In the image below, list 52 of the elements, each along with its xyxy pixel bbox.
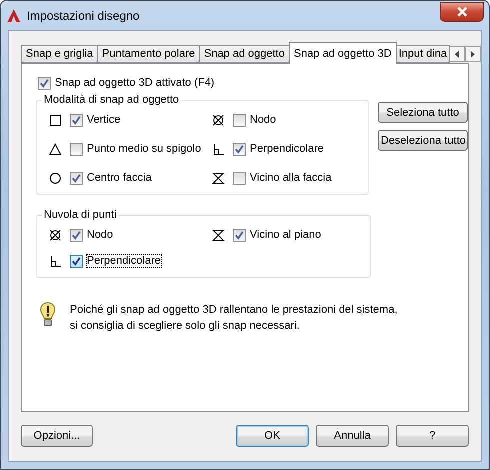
tab[interactable]: Snap ad oggetto: [199, 45, 290, 63]
checkbox[interactable]: [70, 142, 83, 156]
circle-marker-icon: [49, 172, 62, 184]
hourglass-marker-icon: [212, 228, 225, 242]
checkbox-label[interactable]: Nodo: [250, 114, 276, 126]
perpendicular-marker-icon: [49, 254, 62, 268]
perpendicular-marker-icon: [212, 142, 225, 156]
tab[interactable]: Puntamento polare: [97, 45, 200, 63]
dialog-button[interactable]: ?: [396, 425, 469, 447]
checkbox[interactable]: [38, 76, 51, 90]
info-text: Poiché gli snap ad oggetto 3D rallentano le prestazioni del sistema, si consiglia di scegliere solo gli snap necessari.: [70, 303, 398, 334]
checkbox[interactable]: [70, 114, 83, 126]
checkbox[interactable]: [70, 254, 83, 268]
checkbox-label[interactable]: Perpendicolare: [87, 255, 161, 267]
select-button[interactable]: Deseleziona tutto: [378, 130, 468, 151]
dialog-button[interactable]: Opzioni...: [21, 425, 93, 447]
checkbox[interactable]: [233, 228, 246, 242]
left-arrow-icon: [455, 50, 460, 58]
checkbox[interactable]: [233, 114, 246, 126]
group-title: Nuvola di punti: [43, 209, 118, 221]
tab-scroll-left-button[interactable]: [449, 46, 466, 62]
dialog-button[interactable]: Annulla: [316, 425, 389, 447]
close-button[interactable]: [440, 2, 484, 22]
checkbox[interactable]: [233, 172, 246, 184]
node-marker-icon: [49, 228, 62, 242]
tab[interactable]: Snap ad oggetto 3D: [288, 42, 397, 64]
app-logo-icon: [7, 8, 21, 22]
tab-scroll-right-button[interactable]: [465, 46, 482, 62]
checkbox-label[interactable]: Nodo: [87, 229, 114, 241]
checkbox-label[interactable]: Perpendicolare: [250, 143, 324, 155]
checkbox-label[interactable]: Vicino al piano: [250, 229, 322, 241]
hourglass-marker-icon: [212, 172, 225, 184]
close-icon: [456, 6, 468, 16]
square-marker-icon: [49, 114, 62, 126]
checkbox[interactable]: [70, 228, 83, 242]
checkbox[interactable]: [233, 142, 246, 156]
checkbox-label[interactable]: Punto medio su spigolo: [87, 143, 202, 155]
node-marker-icon: [212, 114, 225, 126]
checkbox-label[interactable]: Centro faccia: [87, 172, 152, 184]
right-arrow-icon: [471, 50, 476, 58]
tab[interactable]: Snap e griglia: [21, 45, 98, 63]
tab[interactable]: Input dina: [396, 45, 450, 63]
lightbulb-icon: [40, 302, 56, 328]
checkbox-label[interactable]: Vertice: [87, 114, 121, 126]
checkbox-label[interactable]: Vicino alla faccia: [250, 172, 332, 184]
checkbox[interactable]: [70, 172, 83, 184]
dialog-button[interactable]: OK: [236, 425, 309, 447]
triangle-marker-icon: [49, 142, 62, 156]
group-title: Modalità di snap ad oggetto: [43, 94, 180, 106]
window-title: Impostazioni disegno: [27, 8, 141, 22]
checkbox-label[interactable]: Snap ad oggetto 3D attivato (F4): [55, 77, 215, 89]
select-button[interactable]: Seleziona tutto: [378, 102, 468, 123]
